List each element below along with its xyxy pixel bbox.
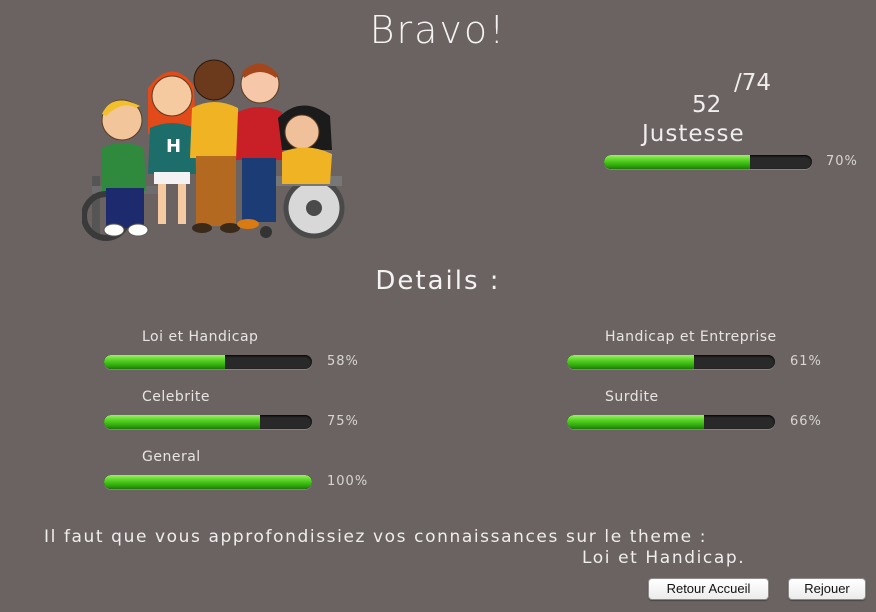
category-progress-fill [567,355,694,369]
advice-theme: Loi et Handicap. [582,548,746,568]
kid-yellow-shirt [190,59,240,233]
svg-text:H: H [166,136,181,157]
category-progress-fill [567,415,705,429]
accuracy-progress-fill [604,155,750,169]
category-progress-bar [104,415,312,429]
score-total: /74 [734,70,772,96]
category-percent: 75% [327,414,359,429]
category-percent: 61% [790,354,822,369]
category-progress-bar [104,475,312,489]
category-progress-fill [104,355,225,369]
details-title: Details : [375,266,501,296]
category-progress-bar [567,415,775,429]
category-progress-bar [104,355,312,369]
category-label: Handicap et Entreprise [605,329,777,345]
category-percent: 58% [327,354,359,369]
advice-message: Il faut que vous approfondissiez vos con… [44,527,708,547]
category-percent: 66% [790,414,822,429]
kid-red-shirt [236,63,284,229]
accuracy-progress-bar [604,155,812,169]
home-button[interactable]: Retour Accueil [648,578,769,600]
score-value: 52 [692,92,722,118]
kid-green-shirt [101,99,149,237]
category-label: Loi et Handicap [142,329,259,345]
replay-button[interactable]: Rejouer [788,578,866,600]
category-percent: 100% [327,474,369,489]
accuracy-percent: 70% [826,154,858,169]
kid-dark-hair [278,105,332,184]
group-of-kids-illustration: H [82,59,345,241]
accuracy-label: Justesse [642,121,745,147]
kid-red-hair: H [148,71,196,224]
result-title: Bravo! [369,8,507,52]
category-progress-fill [104,415,260,429]
category-label: Surdite [605,389,659,405]
category-label: General [142,449,201,465]
category-label: Celebrite [142,389,211,405]
category-progress-fill [104,475,312,489]
category-progress-bar [567,355,775,369]
